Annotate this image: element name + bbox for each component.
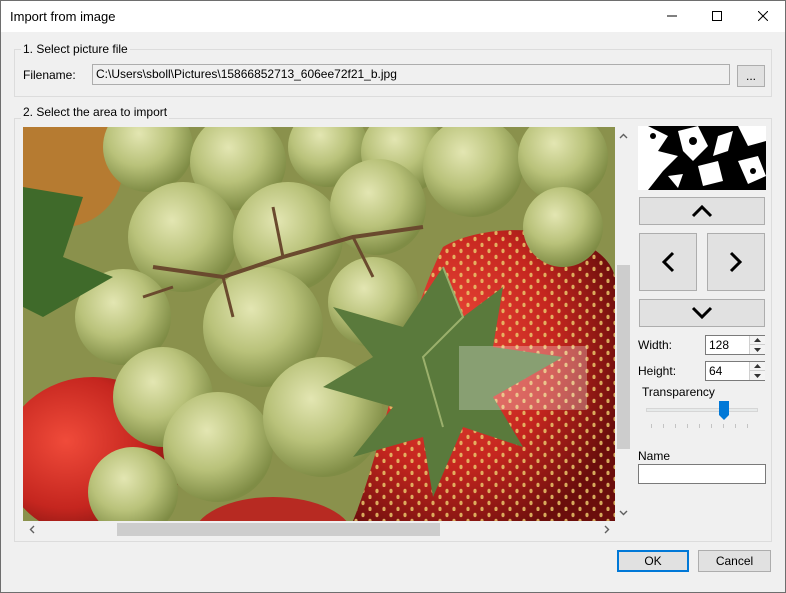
filename-field[interactable]: C:\Users\sboll\Pictures\15866852713_606e…: [92, 64, 730, 85]
minimize-icon: [666, 15, 677, 17]
close-button[interactable]: [740, 1, 785, 31]
image-vertical-scrollbar[interactable]: [615, 127, 632, 521]
name-label: Name: [638, 449, 671, 463]
horizontal-scroll-thumb[interactable]: [117, 523, 440, 536]
bitmap-preview: [638, 126, 766, 190]
width-decrement-button[interactable]: [750, 345, 765, 354]
cancel-button[interactable]: Cancel: [698, 550, 771, 572]
height-label: Height:: [638, 364, 677, 378]
chevron-down-icon: [691, 306, 713, 320]
height-value: 64: [709, 364, 723, 378]
ok-button[interactable]: OK: [617, 550, 689, 572]
height-stepper[interactable]: 64: [705, 361, 765, 381]
height-decrement-button[interactable]: [750, 371, 765, 380]
source-photo: [23, 127, 615, 521]
scroll-up-arrow-icon[interactable]: [615, 127, 632, 144]
chevron-up-icon: [691, 204, 713, 218]
transparency-slider-track[interactable]: [646, 408, 758, 412]
close-icon: [757, 11, 768, 21]
move-left-button[interactable]: [639, 233, 697, 291]
vertical-scroll-thumb[interactable]: [617, 265, 630, 449]
browse-button[interactable]: ...: [737, 65, 765, 87]
scroll-right-arrow-icon[interactable]: [598, 521, 615, 538]
width-label: Width:: [638, 338, 673, 352]
image-horizontal-scrollbar[interactable]: [23, 521, 615, 538]
width-value: 128: [709, 338, 730, 352]
filename-label: Filename:: [23, 68, 76, 82]
chevron-left-icon: [661, 251, 675, 273]
transparency-label: Transparency: [642, 385, 715, 399]
move-right-button[interactable]: [707, 233, 765, 291]
selection-rectangle: [459, 346, 587, 410]
select-file-title: 1. Select picture file: [21, 42, 130, 56]
transparency-slider-thumb[interactable]: [719, 401, 730, 421]
height-increment-button[interactable]: [750, 362, 765, 371]
maximize-button[interactable]: [694, 1, 739, 31]
chevron-right-icon: [729, 251, 743, 273]
width-stepper[interactable]: 128: [705, 335, 765, 355]
maximize-icon: [711, 11, 722, 21]
image-view[interactable]: [23, 127, 615, 521]
import-dialog: Import from image 1. Select picture file…: [0, 0, 786, 593]
move-down-button[interactable]: [639, 299, 765, 327]
scroll-left-arrow-icon[interactable]: [23, 521, 40, 538]
width-increment-button[interactable]: [750, 336, 765, 345]
title-bar: Import from image: [1, 1, 785, 32]
name-field[interactable]: [638, 464, 766, 484]
window-title: Import from image: [10, 9, 116, 24]
select-area-title: 2. Select the area to import: [21, 105, 170, 119]
move-up-button[interactable]: [639, 197, 765, 225]
minimize-button[interactable]: [649, 1, 694, 31]
scroll-down-arrow-icon[interactable]: [615, 504, 632, 521]
